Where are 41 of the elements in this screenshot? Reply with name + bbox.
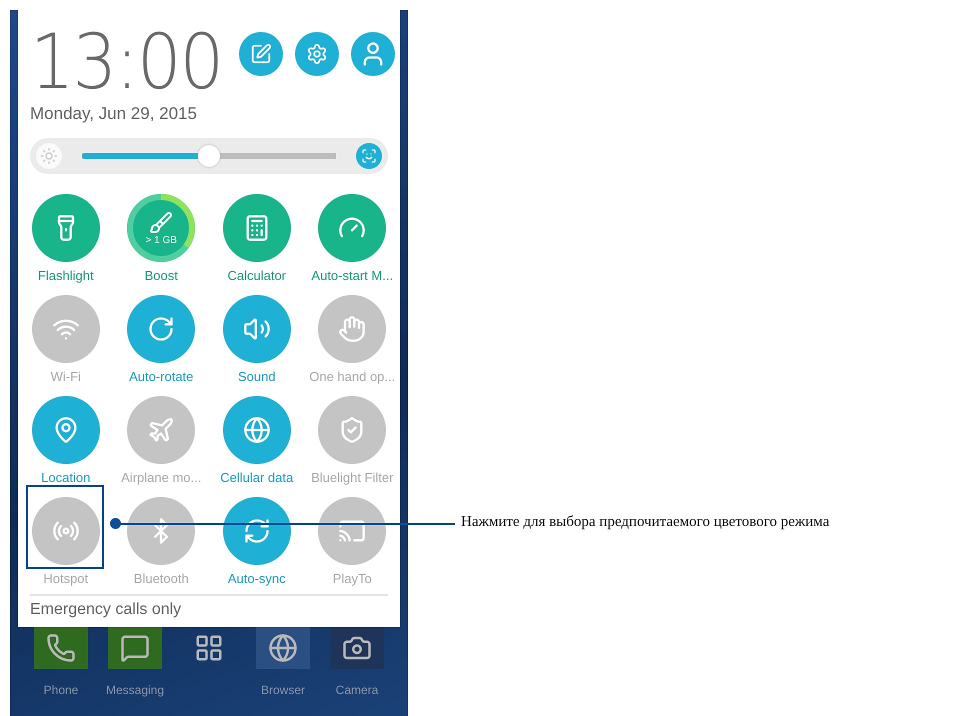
tile-button[interactable]: > 1 GB xyxy=(127,194,196,262)
slider-thumb[interactable] xyxy=(198,145,220,167)
callout-text: Нажмите для выбора предпочитаемого цветового режима xyxy=(461,514,830,531)
tile-label: Sound xyxy=(238,369,276,384)
tile-label: One hand op... xyxy=(309,369,396,384)
rotate-icon xyxy=(147,315,176,343)
dock-label: Messaging xyxy=(106,683,164,697)
tile-label: Boost xyxy=(144,268,178,283)
avatar-icon[interactable] xyxy=(351,32,396,76)
auto-brightness-icon[interactable] xyxy=(356,143,382,169)
memory-text: > 1 GB xyxy=(146,234,177,246)
tile-label: Flashlight xyxy=(38,268,94,283)
dock-label: Phone xyxy=(44,683,78,697)
tile-label: Location xyxy=(41,470,90,485)
tile-label: Hotspot xyxy=(43,571,88,586)
message-icon[interactable] xyxy=(108,627,162,669)
tile-label: Bluelight Filter xyxy=(311,470,394,485)
globe-icon xyxy=(242,416,271,444)
camera-icon[interactable] xyxy=(330,627,384,669)
settings-icon[interactable] xyxy=(295,32,340,76)
edit-icon[interactable] xyxy=(239,32,284,76)
tile-label: PlayTo xyxy=(332,571,372,586)
tile-label: Airplane mo... xyxy=(121,470,202,485)
tile-label: Auto-sync xyxy=(228,571,286,586)
tile-label: Auto-rotate xyxy=(129,369,194,384)
tile-label: Bluetooth xyxy=(134,571,189,586)
brightness-icon xyxy=(36,143,62,169)
tile-label: Wi-Fi xyxy=(50,369,81,384)
airplane-icon xyxy=(147,416,176,444)
tile-label: Auto-start M... xyxy=(311,268,394,283)
sync-icon xyxy=(242,517,271,545)
clock-time: 13:00 xyxy=(30,28,222,96)
tile-label: Calculator xyxy=(227,268,286,283)
dock-label: Camera xyxy=(336,683,378,697)
globe-icon[interactable] xyxy=(256,627,310,669)
hand-icon xyxy=(338,315,366,343)
memory-ring xyxy=(127,194,196,262)
phone-icon[interactable] xyxy=(34,627,88,669)
dock-label: Browser xyxy=(260,683,305,697)
date-text: Monday, Jun 29, 2015 xyxy=(30,104,198,124)
tile-label: Cellular data xyxy=(220,470,294,485)
